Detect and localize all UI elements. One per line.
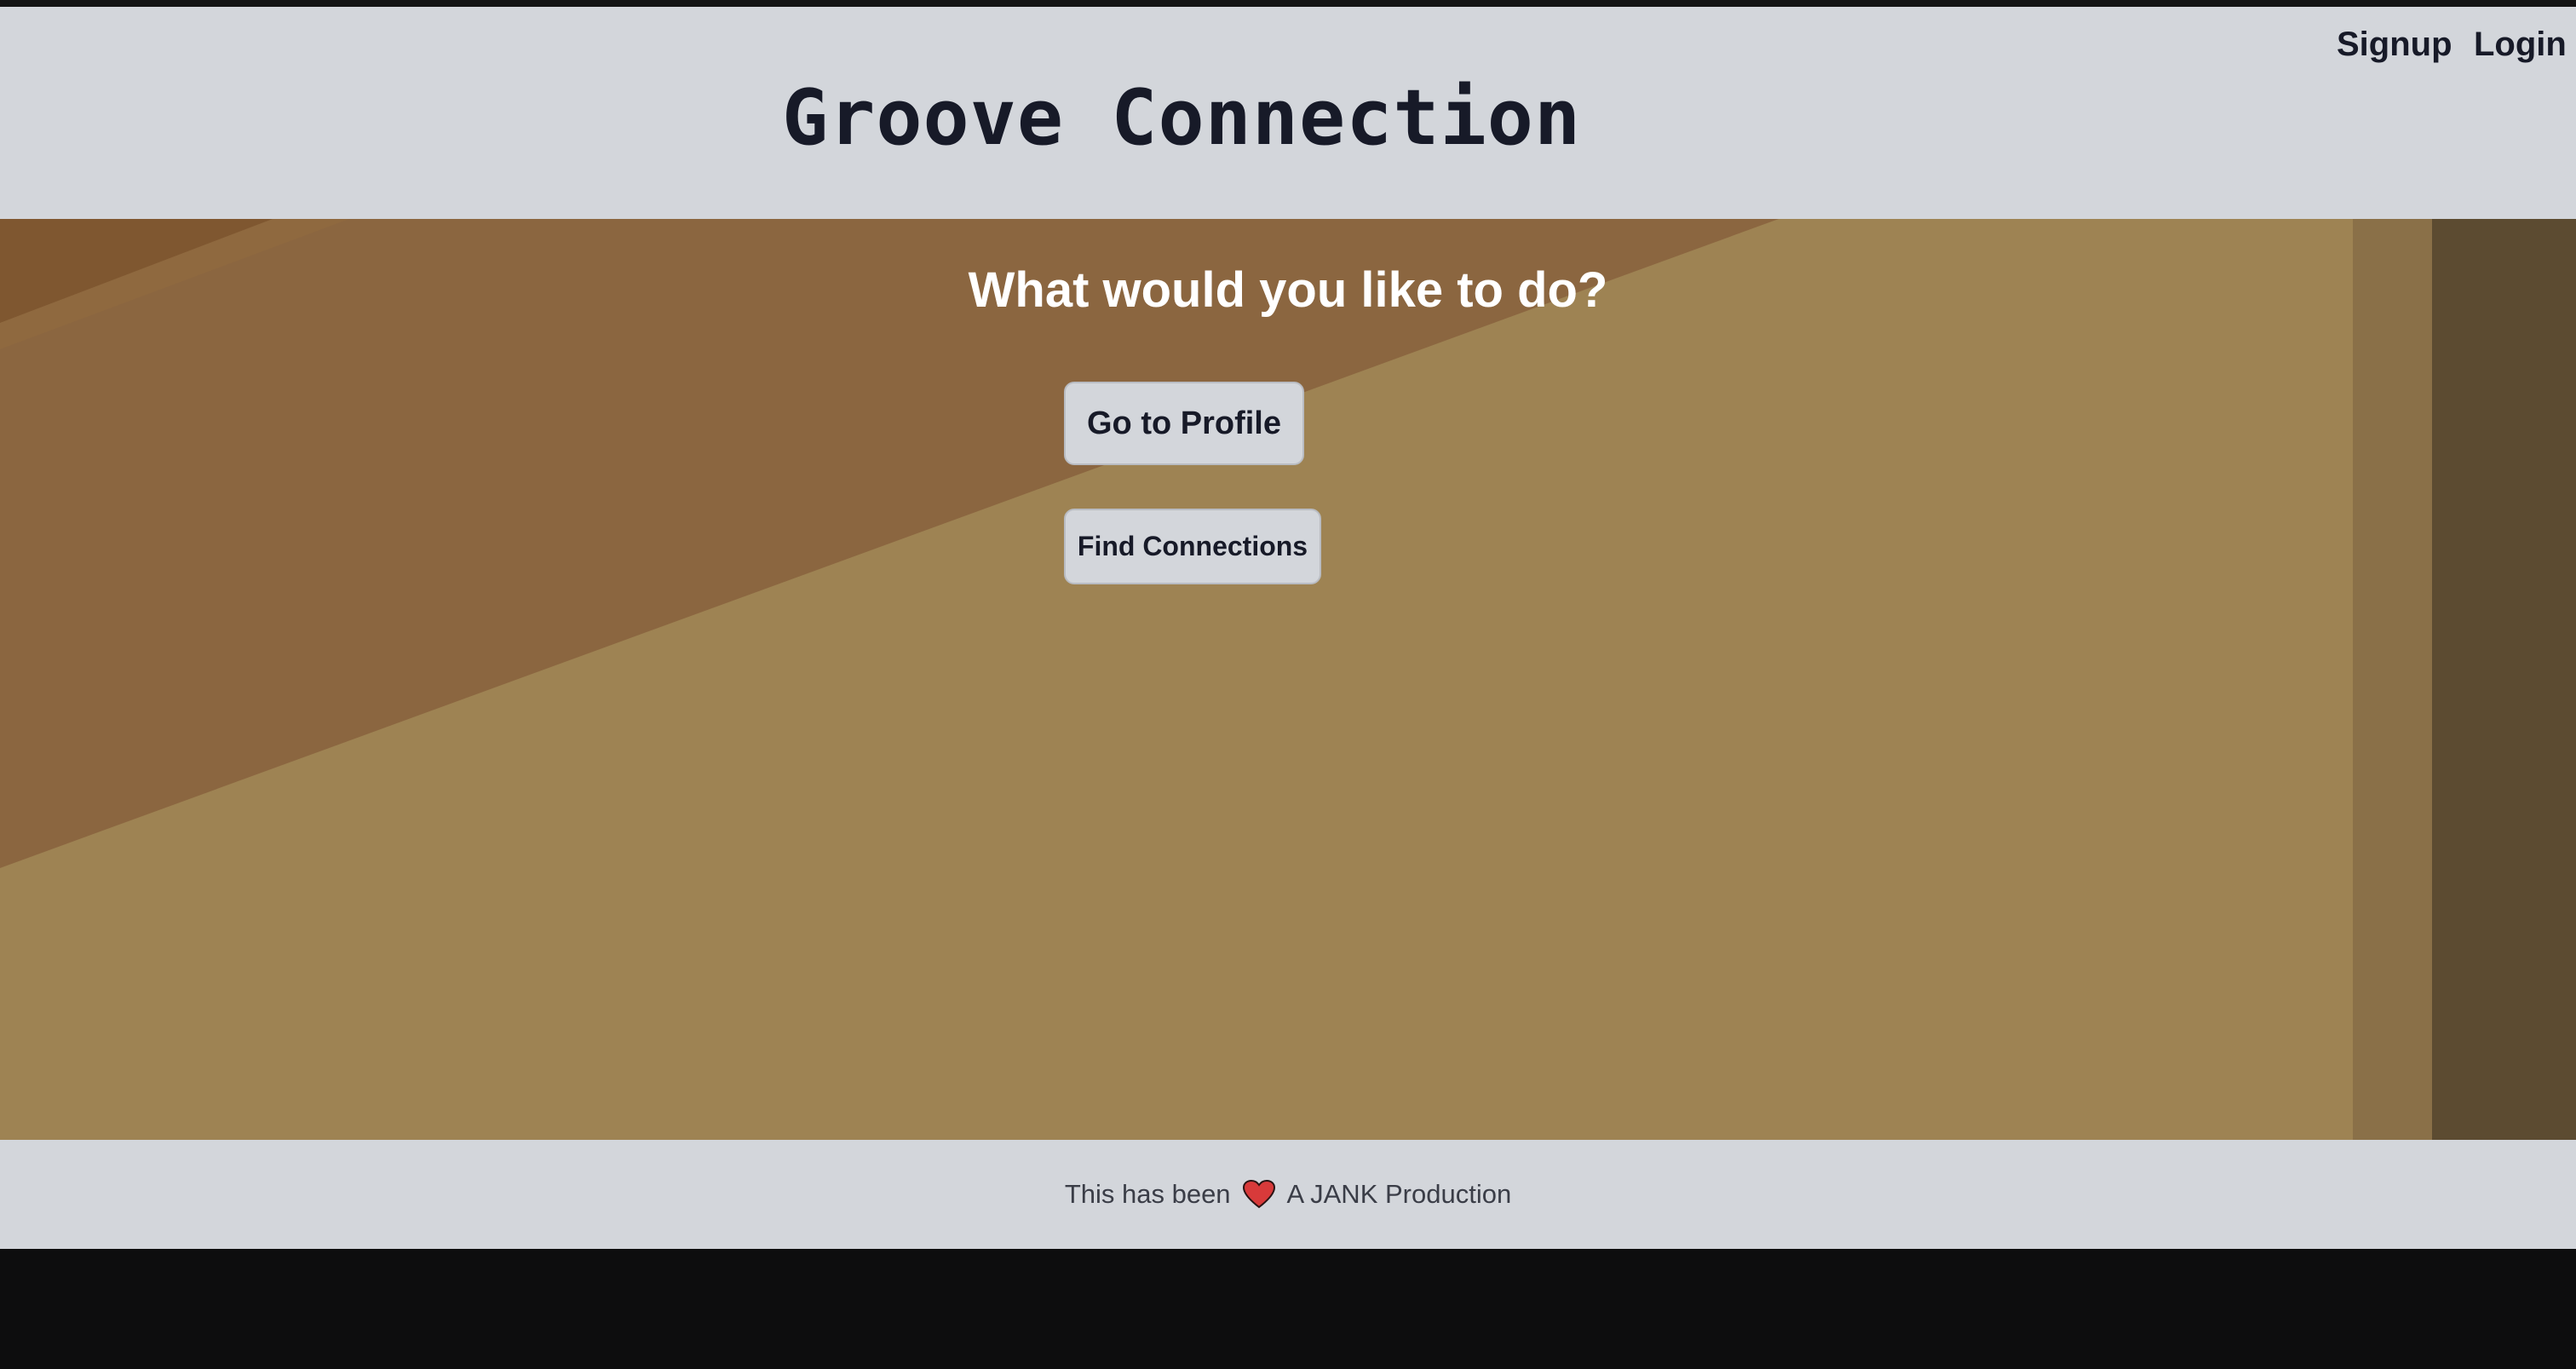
heart-icon [1242, 1180, 1275, 1209]
main-prompt: What would you like to do? [968, 262, 1608, 318]
footer-text-before: This has been [1064, 1179, 1231, 1209]
signup-link[interactable]: Signup [2337, 26, 2452, 64]
footer-text-after: A JANK Production [1286, 1179, 1512, 1209]
site-footer: This has been A JANK Production [0, 1140, 2576, 1249]
window-top-edge [0, 0, 2576, 7]
login-link[interactable]: Login [2474, 26, 2567, 64]
go-to-profile-button[interactable]: Go to Profile [1064, 382, 1304, 465]
site-title: Groove Connection [782, 73, 1582, 163]
find-connections-button[interactable]: Find Connections [1064, 509, 1321, 584]
hero-section: What would you like to do? Go to Profile… [0, 219, 2576, 1140]
site-header: Groove Connection Signup Login [0, 7, 2576, 219]
hero-background [0, 219, 2576, 1140]
